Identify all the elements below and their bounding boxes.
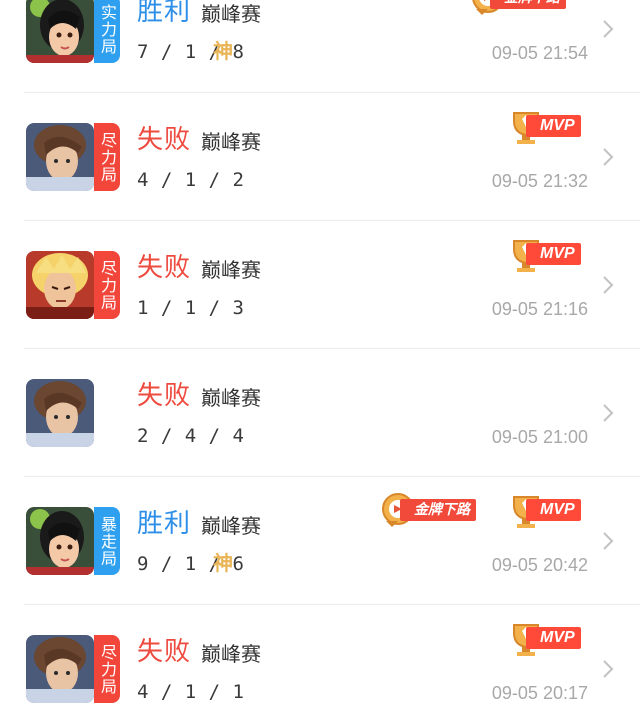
match-time: 09-05 20:17 (491, 683, 588, 703)
match-row[interactable]: 尽力局 失败 巅峰赛 1 / 1 / 3 MVP 09-05 21:16 (0, 221, 640, 349)
match-mode: 巅峰赛 (201, 130, 261, 154)
match-mode: 巅峰赛 (201, 386, 261, 410)
match-time: 09-05 21:32 (491, 171, 588, 191)
kda-stats: 1 / 1 / 3 (137, 297, 245, 319)
hero-avatar (26, 379, 94, 447)
match-row[interactable]: 实力局 胜利 巅峰赛 7 / 1 / 8 神 金牌下路 09-05 21:54 (0, 0, 640, 93)
mvp-medal-badge: MVP (506, 235, 588, 275)
medal-label: 金牌下路 (490, 0, 566, 9)
chevron-right-icon[interactable] (602, 531, 614, 551)
match-type-badge: 暴走局 (94, 507, 120, 575)
match-result: 失败 (137, 637, 192, 667)
chevron-right-icon[interactable] (602, 659, 614, 679)
match-mode: 巅峰赛 (201, 514, 261, 538)
hero-avatar-wrap: 尽力局 (26, 123, 120, 191)
mvp-medal-badge: MVP (506, 107, 588, 147)
godlike-icon: 神 (213, 39, 233, 63)
medal-label: MVP (526, 499, 581, 521)
lane-medal-badge: 金牌下路 (380, 491, 498, 531)
match-time: 09-05 21:16 (491, 299, 588, 319)
match-type-badge: 实力局 (94, 0, 120, 63)
match-result: 失败 (137, 381, 192, 411)
hero-avatar (26, 251, 94, 319)
match-mode: 巅峰赛 (201, 2, 261, 26)
match-time: 09-05 20:42 (491, 555, 588, 575)
hero-avatar (26, 507, 94, 575)
hero-avatar-wrap: 尽力局 (26, 635, 120, 703)
match-result: 失败 (137, 125, 192, 155)
kda-stats: 4 / 1 / 1 (137, 681, 245, 703)
match-row[interactable]: 暴走局 胜利 巅峰赛 9 / 1 / 6 神 金牌下路 MVP 09-05 20… (0, 477, 640, 605)
match-history-list: 实力局 胜利 巅峰赛 7 / 1 / 8 神 金牌下路 09-05 21:54 (0, 0, 640, 711)
chevron-right-icon[interactable] (602, 19, 614, 39)
medal-label: 金牌下路 (400, 499, 476, 521)
medal-label: MVP (526, 243, 581, 265)
hero-avatar (26, 635, 94, 703)
match-mode: 巅峰赛 (201, 642, 261, 666)
match-row[interactable]: 尽力局 失败 巅峰赛 4 / 1 / 2 MVP 09-05 21:32 (0, 93, 640, 221)
hero-avatar-wrap (26, 379, 120, 447)
match-row[interactable]: 尽力局 失败 巅峰赛 4 / 1 / 1 MVP 09-05 20:17 (0, 605, 640, 711)
mvp-medal-badge: MVP (506, 619, 588, 659)
hero-avatar-wrap: 实力局 (26, 0, 120, 63)
match-time: 09-05 21:54 (491, 43, 588, 63)
match-result: 胜利 (137, 0, 192, 27)
kda-stats: 4 / 1 / 2 (137, 169, 245, 191)
hero-avatar (26, 123, 94, 191)
match-time: 09-05 21:00 (491, 427, 588, 447)
chevron-right-icon[interactable] (602, 147, 614, 167)
medal-label: MVP (526, 115, 581, 137)
godlike-icon: 神 (213, 551, 233, 575)
hero-avatar (26, 0, 94, 63)
chevron-right-icon[interactable] (602, 275, 614, 295)
match-type-badge: 尽力局 (94, 251, 120, 319)
kda-stats: 2 / 4 / 4 (137, 425, 245, 447)
match-result: 失败 (137, 253, 192, 283)
match-type-badge: 尽力局 (94, 123, 120, 191)
hero-avatar-wrap: 尽力局 (26, 251, 120, 319)
match-mode: 巅峰赛 (201, 258, 261, 282)
match-row[interactable]: 失败 巅峰赛 2 / 4 / 4 09-05 21:00 (0, 349, 640, 477)
match-result: 胜利 (137, 509, 192, 539)
match-type-badge: 尽力局 (94, 635, 120, 703)
medal-label: MVP (526, 627, 581, 649)
hero-avatar-wrap: 暴走局 (26, 507, 120, 575)
chevron-right-icon[interactable] (602, 403, 614, 423)
mvp-medal-badge: MVP (506, 491, 588, 531)
lane-medal-badge: 金牌下路 (470, 0, 588, 19)
